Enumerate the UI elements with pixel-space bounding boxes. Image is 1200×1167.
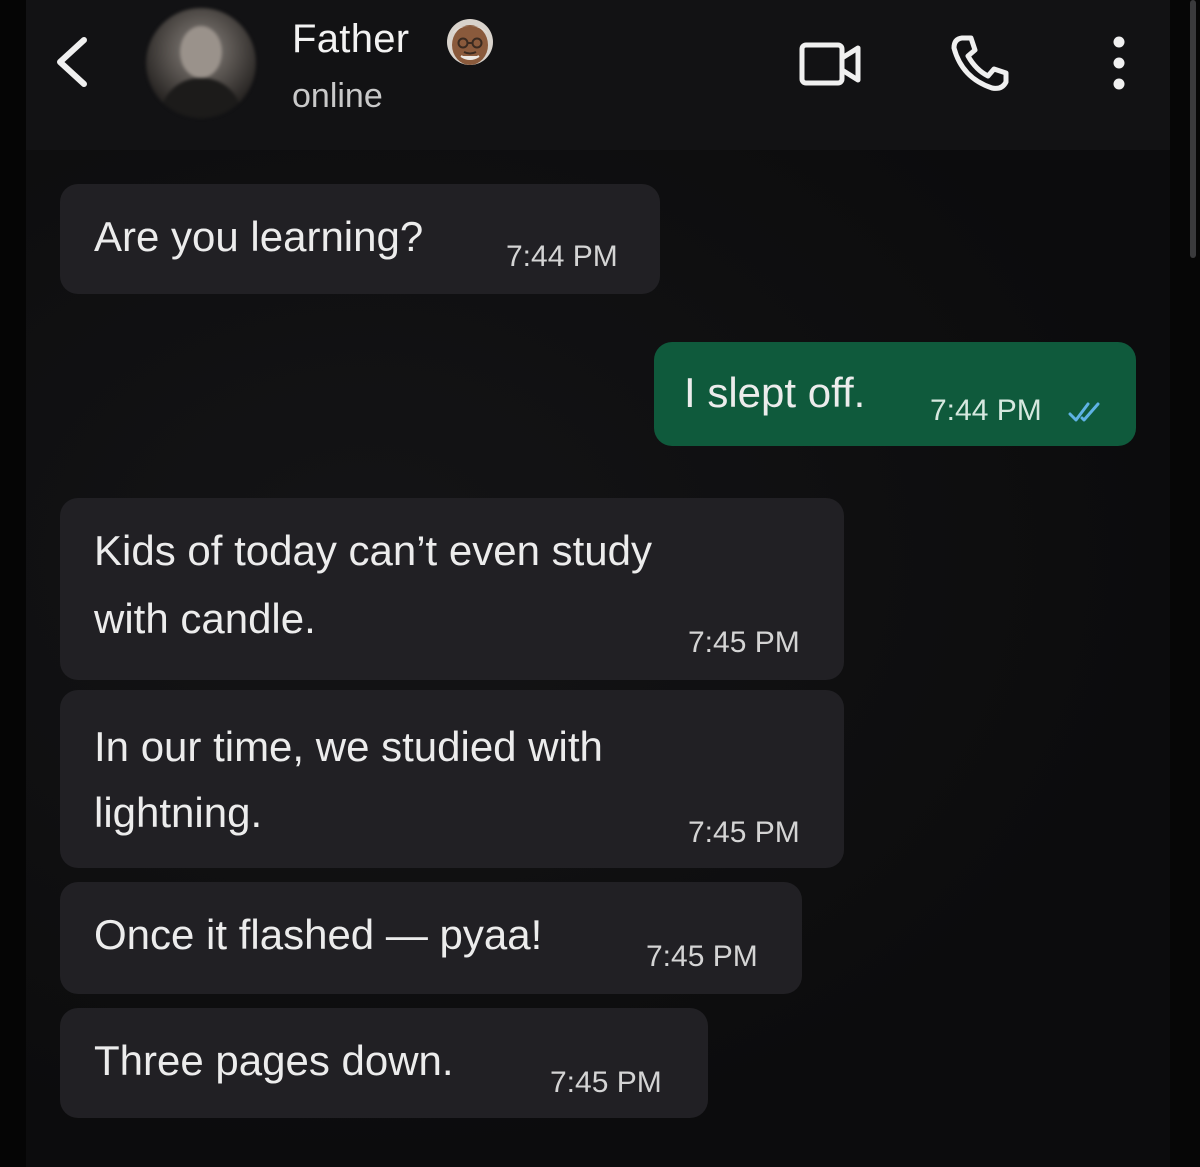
phone-icon xyxy=(951,35,1009,91)
chat-header: Father online xyxy=(26,0,1170,150)
message-time: 7:45 PM xyxy=(688,816,800,849)
contact-status: online xyxy=(292,77,383,115)
message-bubble-incoming[interactable]: In our time, we studied with lightning. … xyxy=(60,690,844,868)
video-call-button[interactable] xyxy=(796,38,866,90)
message-time: 7:45 PM xyxy=(646,940,758,973)
contact-name[interactable]: Father xyxy=(292,17,409,62)
voice-call-button[interactable] xyxy=(946,32,1012,94)
message-text-line: Kids of today can’t even study xyxy=(94,527,652,574)
message-time: 7:45 PM xyxy=(688,626,800,659)
double-check-icon xyxy=(1068,402,1100,422)
message-bubble-incoming[interactable]: Are you learning? 7:44 PM xyxy=(60,184,660,294)
message-list[interactable]: Are you learning? 7:44 PM I slept off. 7… xyxy=(26,150,1170,1167)
message-text-line: with candle. xyxy=(94,595,316,642)
message-text: I slept off. xyxy=(684,369,866,416)
message-bubble-outgoing[interactable]: I slept off. 7:44 PM xyxy=(654,342,1136,446)
more-vertical-icon xyxy=(1113,36,1125,90)
message-text: Are you learning? xyxy=(94,213,424,260)
avatar[interactable] xyxy=(146,8,256,118)
message-text: Once it flashed — pyaa! xyxy=(94,911,543,958)
message-bubble-incoming[interactable]: Kids of today can’t even study with cand… xyxy=(60,498,844,680)
message-bubble-incoming[interactable]: Three pages down. 7:45 PM xyxy=(60,1008,708,1118)
message-time: 7:44 PM xyxy=(930,394,1042,427)
chat-screen: Father online Are you learning? 7:44 PM … xyxy=(0,0,1200,1167)
message-text-line: lightning. xyxy=(94,789,263,836)
message-text-line: In our time, we studied with xyxy=(94,723,603,770)
back-button[interactable] xyxy=(50,32,94,92)
message-time: 7:45 PM xyxy=(550,1066,662,1099)
scroll-indicator[interactable] xyxy=(1190,0,1196,258)
video-camera-icon xyxy=(799,42,861,86)
back-chevron-icon xyxy=(57,37,87,87)
message-text: Three pages down. xyxy=(94,1037,454,1084)
menu-button[interactable] xyxy=(1102,32,1136,94)
old-man-face-emoji xyxy=(447,19,493,65)
message-bubble-incoming[interactable]: Once it flashed — pyaa! 7:45 PM xyxy=(60,882,802,994)
message-time: 7:44 PM xyxy=(506,240,618,273)
